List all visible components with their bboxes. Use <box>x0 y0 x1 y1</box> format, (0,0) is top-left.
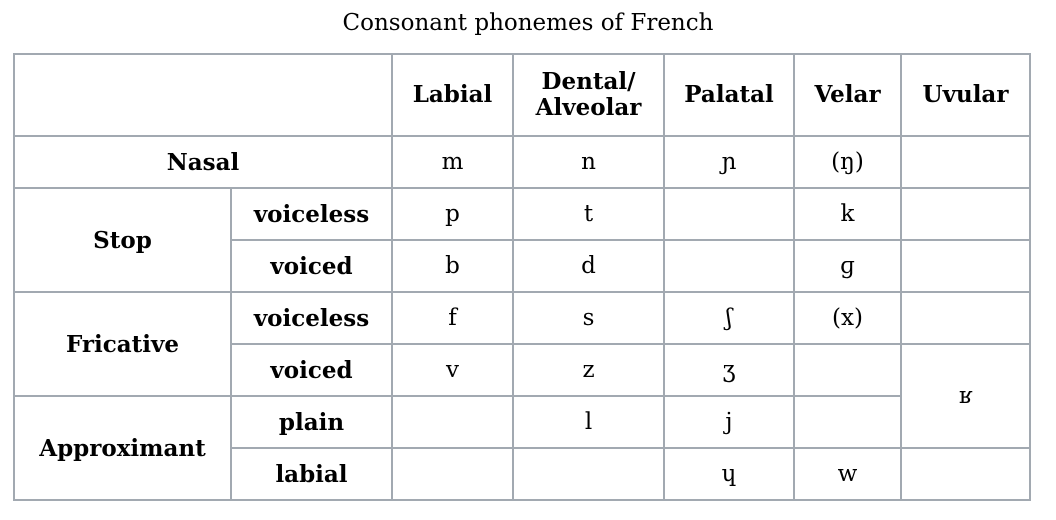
subrow-header-stop-voiced: voiced <box>230 239 393 293</box>
cell-nasal-dental: n <box>512 135 665 189</box>
table-row-approximant-plain: Approximant plain l j <box>13 395 1030 501</box>
col-header-palatal: Palatal <box>663 53 795 137</box>
cell-stop-voiced-velar: ɡ <box>793 239 902 293</box>
cell-stop-voiced-uvular <box>900 239 1031 293</box>
cell-fric-voiced-velar <box>793 343 902 397</box>
cell-stop-voiceless-velar: k <box>793 187 902 241</box>
cell-approx-plain-dental: l <box>512 395 665 449</box>
subrow-header-approximant-labial: labial <box>230 447 393 501</box>
cell-fric-voiced-palatal: ʒ <box>663 343 795 397</box>
row-header-nasal: Nasal <box>13 135 393 189</box>
cell-stop-voiceless-palatal <box>663 187 795 241</box>
subrow-header-fricative-voiced: voiced <box>230 343 393 397</box>
cell-nasal-labial: m <box>391 135 514 189</box>
cell-fric-voiced-labial: v <box>391 343 514 397</box>
subrow-header-fricative-voiceless: voiceless <box>230 291 393 345</box>
cell-approx-labial-labial <box>391 447 514 501</box>
row-header-approximant: Approximant <box>13 395 232 501</box>
cell-stop-voiceless-labial: p <box>391 187 514 241</box>
col-header-uvular: Uvular <box>900 53 1031 137</box>
cell-fric-voiceless-dental: s <box>512 291 665 345</box>
cell-approx-labial-uvular <box>900 447 1031 501</box>
cell-nasal-uvular <box>900 135 1031 189</box>
cell-fric-voiceless-uvular <box>900 291 1031 345</box>
cell-fric-voiceless-palatal: ʃ <box>663 291 795 345</box>
table-row-fricative-voiceless: Fricative voiceless f s ʃ (x) <box>13 291 1031 397</box>
header-row: Labial Dental/ Alveolar Palatal Velar Uv… <box>13 53 1031 137</box>
cell-nasal-palatal: ɲ <box>663 135 795 189</box>
cell-approx-labial-dental <box>512 447 665 501</box>
row-header-stop: Stop <box>13 187 232 293</box>
row-header-fricative: Fricative <box>13 291 232 397</box>
subrow-header-stop-voiceless: voiceless <box>230 187 393 241</box>
cell-fric-voiceless-labial: f <box>391 291 514 345</box>
cell-stop-voiced-labial: b <box>391 239 514 293</box>
table-row-nasal: Nasal m n ɲ (ŋ) <box>13 135 1031 189</box>
consonant-table: Labial Dental/ Alveolar Palatal Velar Uv… <box>13 53 1031 501</box>
cell-stop-voiced-dental: d <box>512 239 665 293</box>
cell-nasal-velar: (ŋ) <box>793 135 902 189</box>
subrow-header-approximant-plain: plain <box>230 395 393 449</box>
col-header-labial: Labial <box>391 53 514 137</box>
col-header-velar: Velar <box>793 53 902 137</box>
table-caption: Consonant phonemes of French <box>342 10 714 36</box>
cell-approx-labial-palatal: ɥ <box>663 447 795 501</box>
table-row-stop-voiceless: Stop voiceless p t k <box>13 187 1031 293</box>
cell-fric-voiced-dental: z <box>512 343 665 397</box>
cell-approx-plain-labial <box>391 395 514 449</box>
col-header-dental-alveolar-text: Dental/ Alveolar <box>535 68 642 121</box>
corner-cell <box>13 53 393 137</box>
cell-stop-voiceless-dental: t <box>512 187 665 241</box>
cell-approx-plain-palatal: j <box>663 395 795 449</box>
cell-fric-voiceless-velar: (x) <box>793 291 902 345</box>
col-header-dental-alveolar: Dental/ Alveolar <box>512 53 665 137</box>
cell-approx-labial-velar: w <box>793 447 902 501</box>
cell-approx-plain-velar <box>793 395 902 449</box>
cell-uvular-merged: ʁ <box>900 343 1031 449</box>
cell-stop-voiced-palatal <box>663 239 795 293</box>
cell-stop-voiceless-uvular <box>900 187 1031 241</box>
